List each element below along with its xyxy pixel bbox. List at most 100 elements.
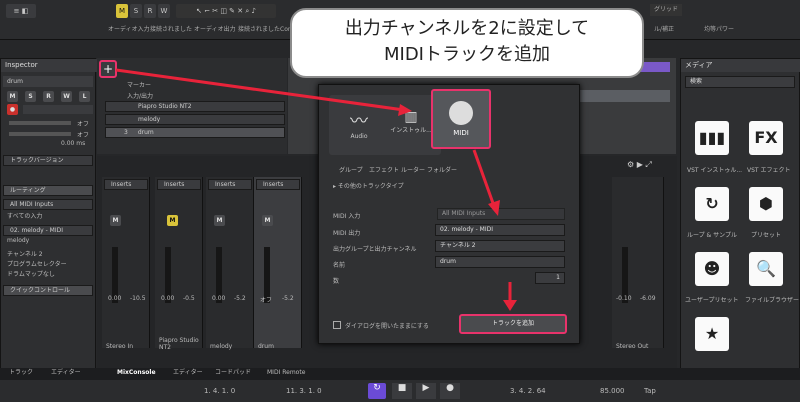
- folder-track-type[interactable]: フォルダー: [427, 165, 457, 174]
- output-pan: -6.09: [640, 295, 656, 302]
- channel-pan: -5.2: [234, 295, 246, 302]
- tab-track[interactable]: トラック: [4, 368, 38, 378]
- insert-slot[interactable]: Inserts: [256, 179, 300, 190]
- toolbar-write-button[interactable]: W: [158, 4, 170, 18]
- right-locator[interactable]: 11. 3. 1. 0: [286, 387, 322, 395]
- transport-bar: 1. 4. 1. 0 11. 3. 1. 0 ↻ ■ ▶ ● 3. 4. 2. …: [0, 380, 800, 402]
- cycle-button[interactable]: ↻: [368, 383, 386, 399]
- left-locator[interactable]: 1. 4. 1. 0: [204, 387, 235, 395]
- stop-button[interactable]: ■: [392, 383, 412, 399]
- presets-icon[interactable]: ⬢: [749, 187, 783, 221]
- toolbar-solo-button[interactable]: S: [130, 4, 142, 18]
- inspector-quick-controls[interactable]: クイックコントロール: [3, 285, 93, 296]
- inspector-midi-output[interactable]: 02. melody - MIDI: [3, 225, 93, 236]
- inspector-mute-button[interactable]: M: [7, 91, 18, 102]
- inspector-drum-map[interactable]: ドラムマップなし: [7, 269, 55, 278]
- toolbar-grid[interactable]: グリッド: [650, 4, 683, 16]
- insert-slot[interactable]: Inserts: [157, 179, 201, 190]
- media-search-input[interactable]: 検索: [685, 76, 795, 88]
- playhead-position[interactable]: 3. 4. 2. 64: [510, 387, 546, 395]
- inspector-channel[interactable]: チャンネル 2: [7, 249, 43, 258]
- inspector-program-selector[interactable]: プログラムセレクター: [7, 259, 67, 268]
- midi-in-label: MIDI 入力: [333, 213, 361, 220]
- toolbar-tools[interactable]: ↖ ⌐ ✂ ◫ ✎ ✕ ⌕ ♪: [176, 4, 276, 18]
- channel-mute-button[interactable]: M: [262, 215, 273, 226]
- channel-name: Stereo In: [106, 343, 134, 350]
- track-row-selected[interactable]: 3 drum: [105, 127, 285, 138]
- add-track-dialog: 〰 Audio ▥ インストゥル... MIDI グループ エフェクト ルーター…: [318, 84, 580, 344]
- favorites-star-icon[interactable]: ★: [695, 317, 729, 351]
- inspector-solo-button[interactable]: S: [25, 91, 36, 102]
- tab-lower-editor[interactable]: エディター: [168, 368, 208, 378]
- router-track-type[interactable]: ルーター: [401, 165, 425, 174]
- toolbar-left-icons[interactable]: ≡ ◧: [6, 4, 36, 18]
- tab-editor[interactable]: エディター: [46, 368, 86, 378]
- mixer-settings-icon[interactable]: ⚙ ▶ ⤢: [627, 160, 675, 172]
- inspector-volume-slider[interactable]: [9, 121, 71, 125]
- inspector-pan-slider[interactable]: [9, 132, 71, 136]
- track-name-input[interactable]: drum: [435, 256, 565, 268]
- add-track-button[interactable]: +: [99, 60, 117, 78]
- inspector-track-name[interactable]: drum: [3, 76, 93, 87]
- tab-mixconsole[interactable]: MixConsole: [112, 368, 161, 378]
- output-name: Stereo Out: [616, 343, 649, 350]
- count-input[interactable]: 1: [535, 272, 565, 284]
- channel-mute-button[interactable]: M: [167, 215, 178, 226]
- tap-tempo[interactable]: Tap: [644, 387, 656, 395]
- record-button[interactable]: ●: [440, 383, 460, 399]
- mixer-channel-selected: Inserts M オフ -5.2 drum: [254, 177, 302, 350]
- mixer-channel: Inserts M 0.00 -0.5 Piapro Studio NT2: [155, 177, 203, 351]
- tab-chord-pads[interactable]: コードパッド: [210, 368, 256, 378]
- track-name: melody: [138, 116, 161, 123]
- play-button[interactable]: ▶: [416, 383, 436, 399]
- inspector-delay: 0.00 ms: [61, 140, 86, 147]
- track-row[interactable]: melody: [105, 114, 285, 125]
- channel-mute-button[interactable]: M: [110, 215, 121, 226]
- insert-slot[interactable]: Inserts: [104, 179, 148, 190]
- file-browser-icon[interactable]: 🔍: [749, 252, 783, 286]
- vst-effect-icon[interactable]: FX: [749, 121, 783, 155]
- midi-part[interactable]: [578, 90, 670, 102]
- channel-volume: 0.00: [108, 295, 122, 302]
- channel-volume: 0.00: [212, 295, 226, 302]
- toolbar-audio-out: オーディオ出力: [194, 26, 236, 33]
- inspector-lock-button[interactable]: L: [79, 91, 90, 102]
- media-tile-label: ループ & サンプル: [687, 232, 737, 239]
- output-channel-field[interactable]: チャンネル 2: [435, 240, 565, 252]
- midi-type-label: MIDI: [453, 129, 469, 137]
- audio-track-type[interactable]: 〰 Audio: [329, 95, 389, 155]
- tempo-display[interactable]: 85.000: [600, 387, 625, 395]
- midi-in-field[interactable]: All MIDI Inputs: [437, 208, 565, 220]
- inspector-read-button[interactable]: R: [43, 91, 54, 102]
- channel-name: Piapro Studio NT2: [159, 337, 199, 351]
- inspector-track-version[interactable]: トラックバージョン: [3, 155, 93, 166]
- track-list: + マーカー 入力/出力 Piapro Studio NT2 melody 3 d…: [97, 58, 287, 154]
- track-number: 3: [124, 129, 128, 136]
- inspector-routing-header[interactable]: ルーティング: [3, 185, 93, 196]
- loops-samples-icon[interactable]: ↻: [695, 187, 729, 221]
- toolbar-mute-button[interactable]: M: [116, 4, 128, 18]
- more-track-types[interactable]: ▸ その他のトラックタイプ: [333, 181, 404, 190]
- keep-open-checkbox[interactable]: [333, 321, 341, 329]
- toolbar-read-button[interactable]: R: [144, 4, 156, 18]
- midi-out-field[interactable]: 02. melody - MIDI: [435, 224, 565, 236]
- track-name: Piapro Studio NT2: [138, 103, 192, 110]
- vst-instrument-icon[interactable]: ▮▮▮: [695, 121, 729, 155]
- inspector-write-button[interactable]: W: [61, 91, 72, 102]
- add-track-confirm-button[interactable]: トラックを追加: [459, 314, 567, 334]
- inspector-off-1: オフ: [77, 121, 90, 128]
- track-row[interactable]: Piapro Studio NT2: [105, 101, 285, 112]
- tab-midi-remote[interactable]: MIDI Remote: [262, 368, 310, 378]
- bottom-tab-bar: トラック エディター MixConsole エディター コードパッド MIDI …: [0, 368, 800, 380]
- inspector-monitor-row[interactable]: [23, 105, 93, 114]
- output-volume: -0.10: [616, 295, 632, 302]
- inspector-midi-input[interactable]: All MIDI Inputs: [3, 199, 93, 210]
- channel-mute-button[interactable]: M: [214, 215, 225, 226]
- fx-track-type[interactable]: エフェクト: [369, 165, 399, 174]
- media-tile-label: ファイルブラウザー: [745, 297, 800, 304]
- insert-slot[interactable]: Inserts: [208, 179, 252, 190]
- record-enable-icon[interactable]: ●: [7, 104, 18, 115]
- group-track-type[interactable]: グループ: [339, 165, 363, 174]
- midi-track-type[interactable]: MIDI: [431, 89, 491, 149]
- user-preset-icon[interactable]: ☻: [695, 252, 729, 286]
